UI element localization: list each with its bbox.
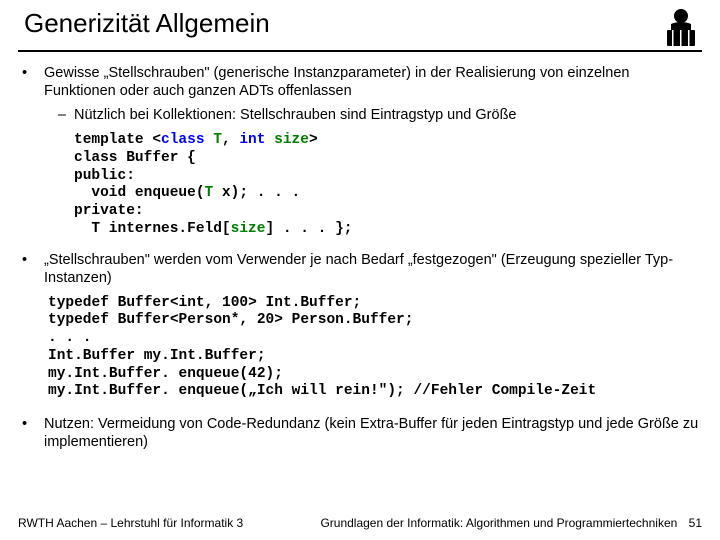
- footer-right-text: Grundlagen der Informatik: Algorithmen u…: [320, 516, 677, 530]
- footer-right: Grundlagen der Informatik: Algorithmen u…: [320, 516, 702, 530]
- title-row: Generizität Allgemein: [18, 8, 702, 52]
- bullet-item: • „Stellschrauben" werden vom Verwender …: [18, 251, 702, 287]
- code-type: T: [205, 185, 214, 201]
- page-number: 51: [689, 516, 702, 530]
- footer-left: RWTH Aachen – Lehrstuhl für Informatik 3: [18, 516, 243, 530]
- person-podium-icon: [662, 8, 700, 48]
- code-type: size: [265, 132, 309, 148]
- content-area: • Gewisse „Stellschrauben" (generische I…: [18, 64, 702, 451]
- bullet-item: • Nutzen: Vermeidung von Code-Redundanz …: [18, 415, 702, 451]
- code-text: ,: [222, 132, 239, 148]
- code-text: void enqueue(: [74, 185, 205, 201]
- code-text: my.Int.Buffer. enqueue(42);: [48, 366, 283, 382]
- code-text: . . .: [48, 330, 92, 346]
- code-text: my.Int.Buffer. enqueue(„Ich will rein!")…: [48, 383, 596, 399]
- slide-title: Generizität Allgemein: [18, 8, 270, 39]
- footer: RWTH Aachen – Lehrstuhl für Informatik 3…: [0, 516, 720, 530]
- bullet-marker: •: [18, 415, 44, 451]
- code-block: typedef Buffer<int, 100> Int.Buffer; typ…: [48, 295, 702, 401]
- code-text: T internes.Feld[: [74, 221, 231, 237]
- code-keyword: class: [161, 132, 205, 148]
- code-text: template <: [74, 132, 161, 148]
- code-keyword: int: [239, 132, 265, 148]
- code-text: typedef Buffer<Person*, 20> Person.Buffe…: [48, 312, 413, 328]
- bullet-marker: •: [18, 64, 44, 100]
- bullet-text: „Stellschrauben" werden vom Verwender je…: [44, 251, 702, 287]
- code-text: typedef Buffer<int, 100> Int.Buffer;: [48, 295, 361, 311]
- bullet-marker: •: [18, 251, 44, 287]
- code-text: >: [309, 132, 318, 148]
- code-block: template <class T, int size> class Buffe…: [74, 132, 702, 238]
- code-text: ] . . . };: [265, 221, 352, 237]
- code-type: size: [231, 221, 266, 237]
- slide: Generizität Allgemein • Gewisse „Stellsc…: [0, 0, 720, 540]
- bullet-item: – Nützlich bei Kollektionen: Stellschrau…: [18, 106, 702, 124]
- code-text: private:: [74, 203, 144, 219]
- code-type: T: [205, 132, 222, 148]
- code-text: public:: [74, 168, 135, 184]
- bullet-text: Nutzen: Vermeidung von Code-Redundanz (k…: [44, 415, 702, 451]
- code-text: class Buffer {: [74, 150, 196, 166]
- bullet-item: • Gewisse „Stellschrauben" (generische I…: [18, 64, 702, 100]
- code-text: Int.Buffer my.Int.Buffer;: [48, 348, 266, 364]
- bullet-text: Gewisse „Stellschrauben" (generische Ins…: [44, 64, 702, 100]
- bullet-marker: –: [18, 106, 74, 124]
- code-text: x); . . .: [213, 185, 300, 201]
- bullet-text: Nützlich bei Kollektionen: Stellschraube…: [74, 106, 702, 124]
